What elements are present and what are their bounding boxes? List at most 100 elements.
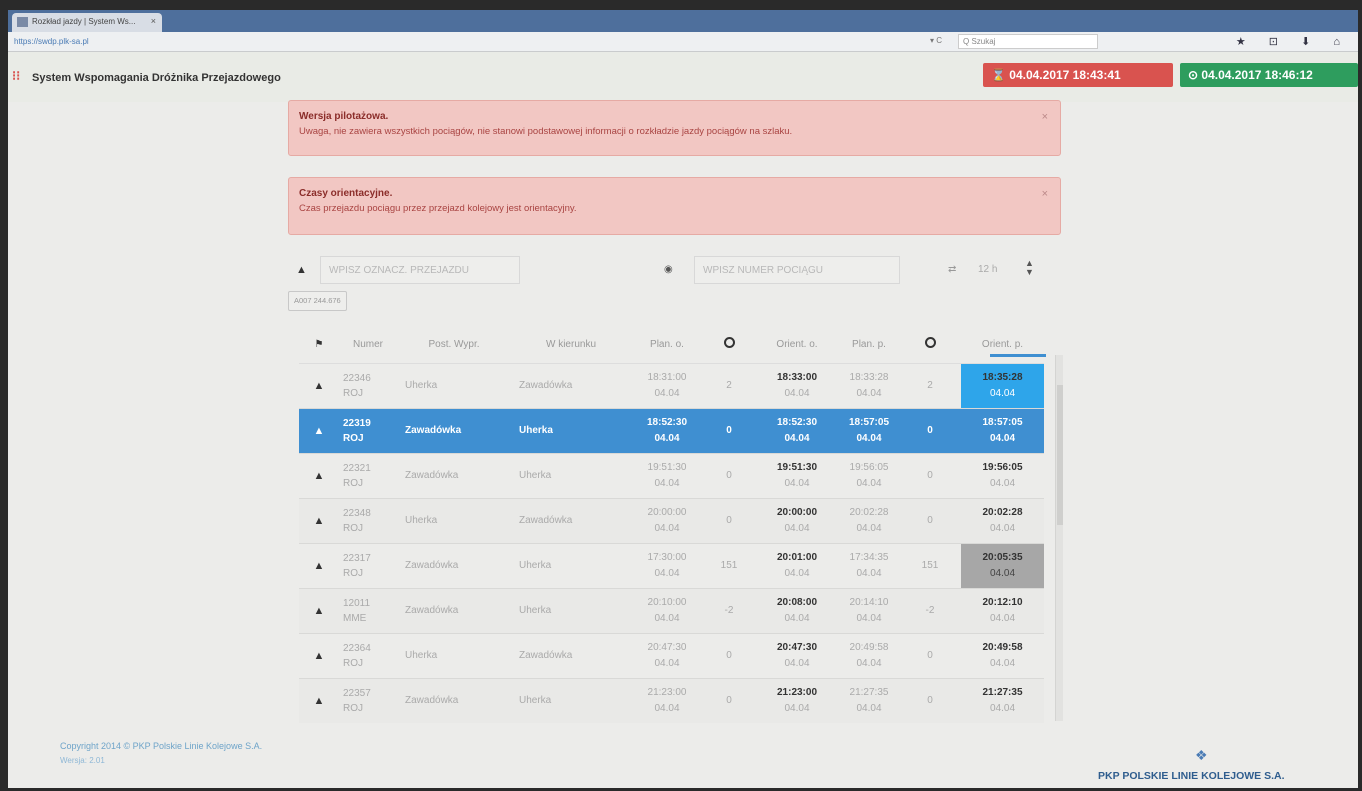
time-value: 18:57:05: [982, 416, 1023, 428]
time-value: 21:27:35: [982, 686, 1023, 698]
locomotive-cell[interactable]: ▲: [299, 452, 339, 498]
locomotive-icon: ▲: [313, 469, 325, 482]
time-cell: 20:02:28 04.04: [961, 497, 1044, 543]
tab-close-icon[interactable]: ×: [151, 16, 156, 26]
column-header[interactable]: Plan. p.: [839, 326, 899, 364]
delay-cell: 0: [899, 452, 961, 498]
column-header[interactable]: Plan. o.: [631, 326, 703, 364]
table-row[interactable]: ▲ 22357 ROJ Zawadówka Uherka 21:23:00 04.04 0 21…: [299, 677, 1044, 723]
locomotive-icon: ▲: [313, 424, 325, 437]
time-cell: 20:12:10 04.04: [961, 587, 1044, 633]
table-row[interactable]: ▲ 22348 ROJ Uherka Zawadówka 20:00:00 04.04 0 20…: [299, 497, 1044, 543]
delay-cell: 151: [899, 542, 961, 588]
browser-search-input[interactable]: Q Szukaj: [958, 34, 1098, 49]
locomotive-cell[interactable]: ▲: [299, 632, 339, 678]
locomotive-cell[interactable]: ▲: [299, 407, 339, 453]
flag-icon: ⚑: [314, 338, 324, 350]
date-value: 04.04: [784, 567, 810, 579]
app-header: ⁝⁝ System Wspomagania Dróżnika Przejazdo…: [8, 52, 1358, 102]
date-value: 04.04: [856, 567, 882, 579]
from-station-cell: Zawadówka: [397, 542, 511, 588]
hours-stepper[interactable]: ▲ ▼: [1025, 259, 1034, 277]
delay-column-header[interactable]: [899, 326, 961, 364]
table-row[interactable]: ▲ 12011 MME Zawadówka Uherka 20:10:00 04.04 -2 2…: [299, 587, 1044, 633]
time-cell: 18:57:05 04.04: [839, 407, 899, 453]
locomotive-icon: ▲: [313, 379, 325, 392]
scroll-thumb[interactable]: [1057, 385, 1063, 525]
column-header[interactable]: Orient. o.: [755, 326, 839, 364]
browser-tab[interactable]: Rozkład jazdy | System Ws... ×: [12, 13, 162, 32]
time-value: 21:23:00: [776, 686, 818, 698]
time-value: 18:52:30: [776, 416, 818, 428]
alert-text: Czas przejazdu pociągu przez przejazd ko…: [299, 203, 577, 214]
table-row[interactable]: ▲ 22319 ROJ Zawadówka Uherka 18:52:30 04.04 0 18…: [299, 407, 1044, 453]
from-station-cell: Zawadówka: [397, 677, 511, 723]
browser-toolbar-icons[interactable]: ★ ⊡ ⬇ ⌂: [1236, 35, 1350, 48]
clock-icon: [924, 337, 936, 349]
time-value: 20:49:58: [982, 641, 1023, 653]
time-value: 18:31:00: [647, 371, 687, 383]
time-cell: 20:47:30 04.04: [631, 632, 703, 678]
crossing-search-input[interactable]: WPISZ OZNACZ. PRZEJAZDU: [320, 256, 520, 284]
time-cell: 20:02:28 04.04: [839, 497, 899, 543]
table-row[interactable]: ▲ 22317 ROJ Zawadówka Uherka 17:30:00 04.04 151…: [299, 542, 1044, 588]
time-value: 19:51:30: [776, 461, 818, 473]
delay-cell: -2: [899, 587, 961, 633]
locomotive-cell[interactable]: ▲: [299, 497, 339, 543]
close-icon[interactable]: ×: [1042, 188, 1048, 200]
column-header[interactable]: W kierunku: [511, 326, 631, 364]
locomotive-cell[interactable]: ▲: [299, 542, 339, 588]
locomotive-cell[interactable]: ▲: [299, 362, 339, 408]
train-number-cell: 22346 ROJ: [339, 362, 397, 408]
alert-approx-times: Czasy orientacyjne. Czas przejazdu pocią…: [288, 177, 1061, 235]
train-number-cell: 22317 ROJ: [339, 542, 397, 588]
pkp-logo-icon: ❖: [1195, 747, 1208, 763]
direction-cell: Zawadówka: [511, 362, 631, 408]
locomotive-cell[interactable]: ▲: [299, 677, 339, 723]
time-cell: 18:33:00 04.04: [755, 362, 839, 408]
tab-title: Rozkład jazdy | System Ws...: [32, 17, 136, 26]
close-icon[interactable]: ×: [1042, 111, 1048, 123]
direction-cell: Zawadówka: [511, 497, 631, 543]
alert-text: Uwaga, nie zawiera wszystkich pociągów, …: [299, 126, 793, 137]
train-number: 22321: [343, 462, 371, 474]
from-station-cell: Zawadówka: [397, 452, 511, 498]
time-cell: 20:00:00 04.04: [755, 497, 839, 543]
delay-column-header[interactable]: [703, 326, 755, 364]
time-cell: 19:56:05 04.04: [961, 452, 1044, 498]
column-header[interactable]: Numer: [339, 326, 397, 364]
locomotive-cell[interactable]: ▲: [299, 587, 339, 633]
reload-icon[interactable]: ▾ C: [930, 36, 942, 45]
train-category: ROJ: [343, 702, 363, 714]
date-value: 04.04: [654, 522, 680, 534]
last-update-badge: ⌛ 04.04.2017 18:43:41: [983, 63, 1173, 87]
date-value: 04.04: [989, 612, 1016, 624]
table-row[interactable]: ▲ 22346 ROJ Uherka Zawadówka 18:31:00 04.04 2 18…: [299, 362, 1044, 408]
time-value: 18:57:05: [848, 416, 890, 428]
column-header[interactable]: Post. Wypr.: [397, 326, 511, 364]
flag-column-header[interactable]: ⚑: [299, 326, 339, 364]
time-cell: 20:49:58 04.04: [961, 632, 1044, 678]
delay-cell: 0: [899, 497, 961, 543]
address-bar[interactable]: https://swdp.plk-sa.pl: [14, 37, 914, 46]
train-number: 22364: [343, 642, 371, 654]
train-number-input[interactable]: WPISZ NUMER POCIĄGU: [694, 256, 900, 284]
time-value: 20:00:00: [776, 506, 818, 518]
trains-table: ⚑ Numer Post. Wypr. W kierunku Plan. o. …: [299, 326, 1055, 724]
time-value: 19:56:05: [849, 461, 889, 473]
column-header[interactable]: Orient. p.: [961, 326, 1044, 364]
train-category: ROJ: [343, 657, 363, 669]
time-value: 20:01:00: [776, 551, 818, 563]
crossing-tag[interactable]: A007 244.676: [288, 291, 347, 311]
train-number: 22357: [343, 687, 371, 699]
direction-cell: Uherka: [511, 587, 631, 633]
time-cell: 19:56:05 04.04: [839, 452, 899, 498]
date-value: 04.04: [654, 612, 680, 624]
table-row[interactable]: ▲ 22364 ROJ Uherka Zawadówka 20:47:30 04.04 0 20…: [299, 632, 1044, 678]
app-title[interactable]: System Wspomagania Dróżnika Przejazdoweg…: [32, 72, 281, 84]
time-cell: 20:49:58 04.04: [839, 632, 899, 678]
date-value: 04.04: [989, 387, 1016, 399]
date-value: 04.04: [654, 477, 680, 489]
table-scrollbar[interactable]: [1055, 355, 1063, 721]
table-row[interactable]: ▲ 22321 ROJ Zawadówka Uherka 19:51:30 04.04 0 19…: [299, 452, 1044, 498]
